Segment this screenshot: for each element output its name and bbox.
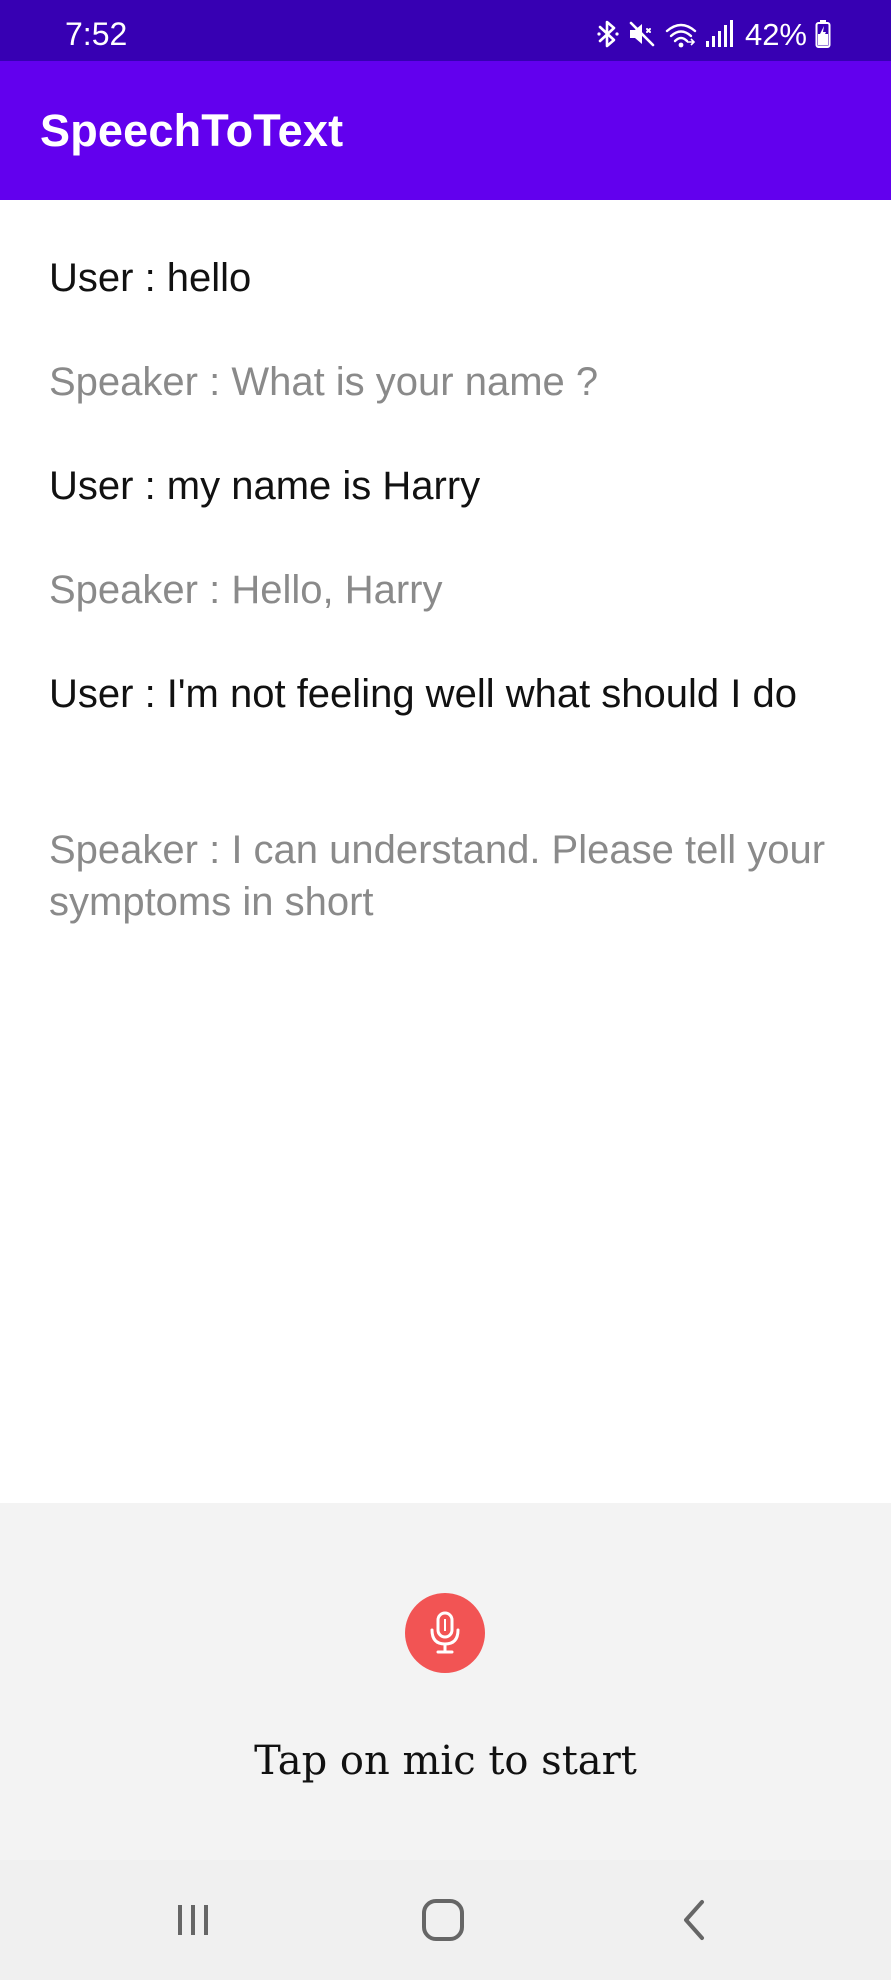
recent-apps-icon (173, 1900, 213, 1940)
battery-icon (815, 19, 831, 49)
mute-icon (627, 19, 657, 49)
user-message: User : my name is Harry (49, 464, 481, 508)
wifi-icon (665, 19, 697, 49)
hint-text: Tap on mic to start (254, 1738, 637, 1784)
control-panel: Tap on mic to start (0, 1503, 891, 1860)
home-icon (420, 1897, 466, 1943)
user-message: User : hello (49, 256, 252, 300)
battery-percentage: 42% (744, 16, 807, 52)
signal-icon (705, 19, 733, 49)
status-time: 7:52 (65, 16, 128, 52)
speaker-message: Speaker : What is your name ? (49, 360, 599, 404)
recent-apps-button[interactable] (143, 1880, 243, 1960)
bluetooth-icon (597, 19, 619, 49)
app-bar: SpeechToText (0, 61, 891, 200)
back-button[interactable] (643, 1880, 743, 1960)
status-icons: 42% (597, 16, 831, 52)
microphone-icon (427, 1610, 463, 1656)
app-title: SpeechToText (40, 105, 344, 156)
navigation-bar (0, 1860, 891, 1980)
speaker-message: Speaker : Hello, Harry (49, 568, 443, 612)
home-button[interactable] (393, 1880, 493, 1960)
status-bar: 7:52 42% (0, 0, 891, 61)
screen: 7:52 42% SpeechToText User: hello Speak… (0, 0, 891, 1980)
back-icon (678, 1898, 708, 1942)
conversation-list: User : hello Speaker : What is your name… (0, 200, 891, 1503)
user-message: User : I'm not feeling well what should … (49, 672, 798, 716)
speaker-message: Speaker : I can understand. Please tell … (49, 828, 826, 924)
mic-button[interactable] (405, 1593, 485, 1673)
